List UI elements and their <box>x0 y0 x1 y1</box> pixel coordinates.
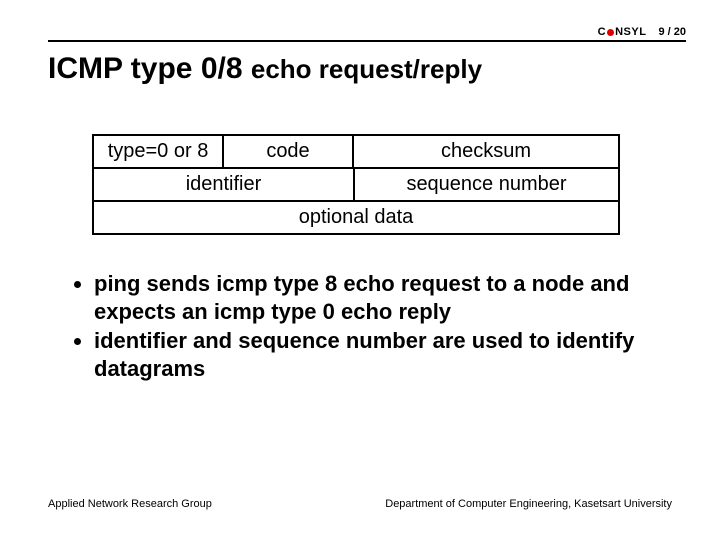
field-optional-data: optional data <box>92 200 620 235</box>
packet-row-1: type=0 or 8 code checksum <box>92 134 620 169</box>
field-type: type=0 or 8 <box>92 134 224 169</box>
field-code: code <box>222 134 354 169</box>
field-identifier: identifier <box>92 167 355 202</box>
bullet-list: ping sends icmp type 8 echo request to a… <box>70 270 660 384</box>
page-current: 9 <box>658 26 664 38</box>
footer-right: Department of Computer Engineering, Kase… <box>385 498 672 510</box>
page-total: 20 <box>674 26 686 38</box>
field-sequence-number: sequence number <box>353 167 620 202</box>
list-item: ping sends icmp type 8 echo request to a… <box>94 270 660 325</box>
list-item: identifier and sequence number are used … <box>94 327 660 382</box>
top-bar: C NSYL 9 / 20 <box>48 26 686 42</box>
slide: C NSYL 9 / 20 ICMP type 0/8 echo request… <box>0 0 720 540</box>
logo-text-right: NSYL <box>615 26 646 38</box>
packet-row-2: identifier sequence number <box>92 167 620 202</box>
footer: Applied Network Research Group Departmen… <box>48 498 672 510</box>
packet-diagram: type=0 or 8 code checksum identifier seq… <box>92 134 620 235</box>
page-number: 9 / 20 <box>658 26 686 38</box>
logo-text-left: C <box>598 26 606 38</box>
packet-row-3: optional data <box>92 200 620 235</box>
slide-title: ICMP type 0/8 echo request/reply <box>48 52 482 86</box>
title-main: ICMP type 0/8 <box>48 52 251 85</box>
footer-left: Applied Network Research Group <box>48 498 212 510</box>
field-checksum: checksum <box>352 134 620 169</box>
page-sep: / <box>668 26 671 38</box>
logo-dot-icon <box>607 29 614 36</box>
title-sub: echo request/reply <box>251 54 482 84</box>
logo: C NSYL <box>598 26 647 38</box>
